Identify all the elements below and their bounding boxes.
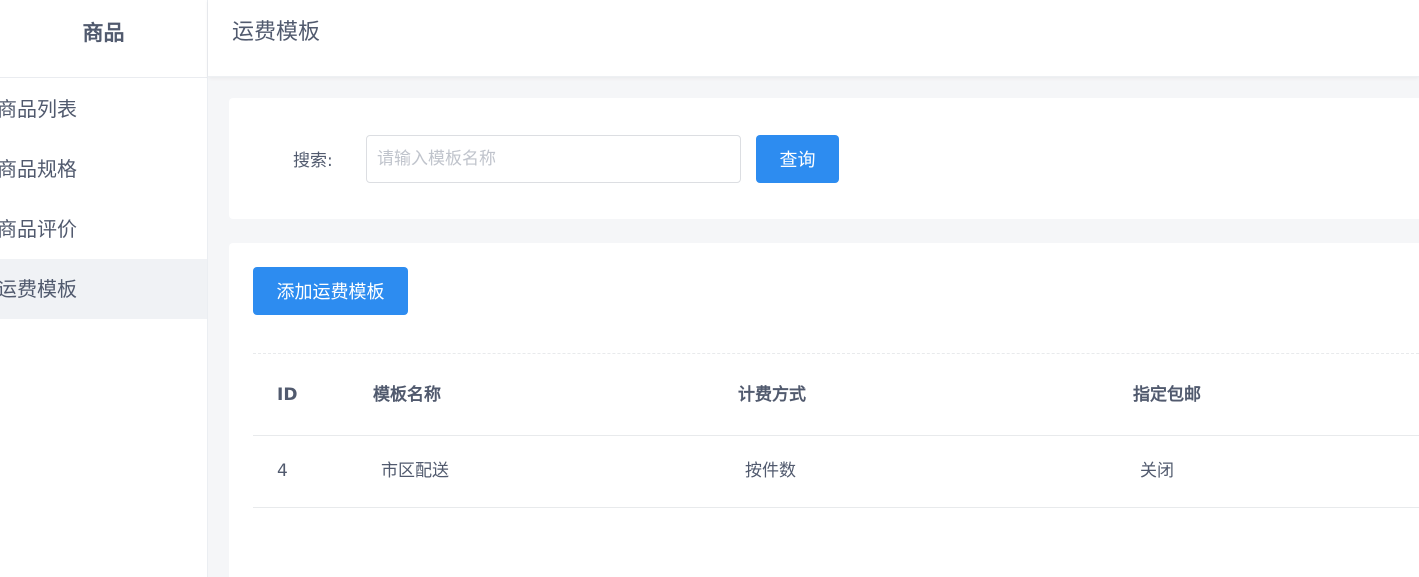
table-header-row: ID 模板名称 计费方式 指定包邮 [253,354,1419,436]
sidebar-menu: 商品列表 商品规格 商品评价 运费模板 [0,79,207,319]
cell-template-name: 市区配送 [381,461,449,481]
sidebar-item-label: 商品评价 [0,217,77,241]
sidebar-item-product-list[interactable]: 商品列表 [0,79,207,139]
sidebar-item-label: 商品规格 [0,157,77,181]
sidebar-item-shipping-templates[interactable]: 运费模板 [0,259,207,319]
add-shipping-template-button[interactable]: 添加运费模板 [253,267,408,315]
sidebar-item-label: 商品列表 [0,97,77,121]
sidebar: 商品 商品列表 商品规格 商品评价 运费模板 [0,0,208,577]
cell-billing-method: 按件数 [745,461,796,481]
column-header-template-name: 模板名称 [373,385,441,405]
page-title: 运费模板 [232,20,321,45]
sidebar-item-product-reviews[interactable]: 商品评价 [0,199,207,259]
column-header-id: ID [277,385,298,405]
top-header: 运费模板 [208,0,1419,77]
table-row: 4 市区配送 按件数 关闭 [253,436,1419,508]
search-input[interactable] [366,135,741,183]
sidebar-title: 商品 [0,0,207,78]
sidebar-item-product-specs[interactable]: 商品规格 [0,139,207,199]
column-header-free-shipping: 指定包邮 [1133,385,1201,405]
column-header-billing-method: 计费方式 [738,385,806,405]
search-label: 搜索: [293,151,333,171]
search-button[interactable]: 查询 [756,135,839,183]
search-panel: 搜索: 查询 [229,98,1419,219]
cell-free-shipping: 关闭 [1140,461,1174,481]
table-panel: 添加运费模板 ID 模板名称 计费方式 指定包邮 4 市区配送 按件数 关闭 [229,243,1419,577]
shipping-template-table: ID 模板名称 计费方式 指定包邮 4 市区配送 按件数 关闭 [253,354,1419,508]
cell-id: 4 [277,461,288,481]
sidebar-item-label: 运费模板 [0,277,77,301]
